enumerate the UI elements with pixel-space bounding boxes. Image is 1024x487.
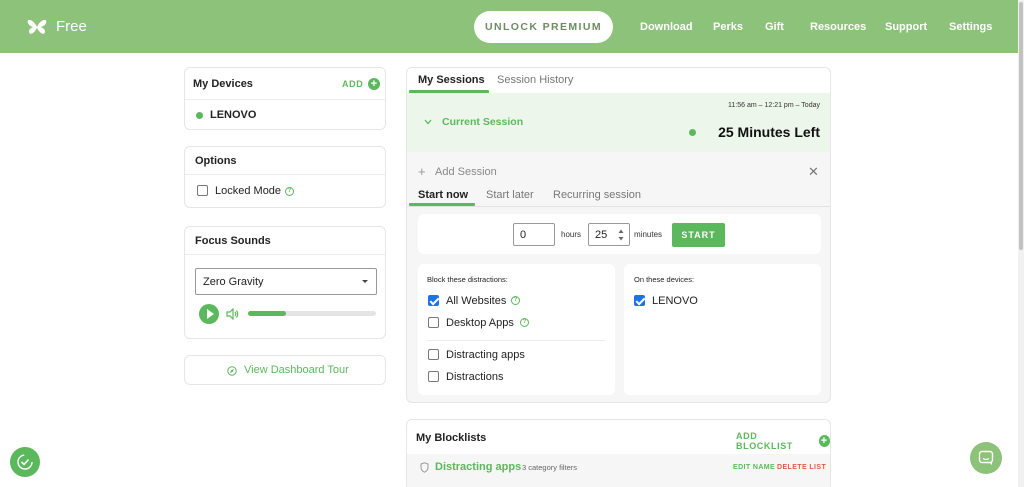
my-devices-title: My Devices xyxy=(193,78,253,90)
nav-perks[interactable]: Perks xyxy=(713,21,743,33)
plus-icon[interactable]: + xyxy=(418,164,426,179)
delete-list-button[interactable]: DELETE LIST xyxy=(777,464,826,471)
tab-start-later[interactable]: Start later xyxy=(486,189,534,201)
chat-support-button[interactable] xyxy=(970,442,1002,474)
distracting-apps-checkbox[interactable] xyxy=(428,349,439,360)
volume-slider[interactable] xyxy=(248,311,376,316)
distractions-checkbox[interactable] xyxy=(428,371,439,382)
locked-mode-info-icon[interactable]: ? xyxy=(285,187,294,196)
target-devices-title: On these devices: xyxy=(634,275,695,284)
distractions-label: Distractions xyxy=(446,371,504,383)
locked-mode-label: Locked Mode xyxy=(215,185,282,197)
blocklist-name[interactable]: Distracting apps xyxy=(435,461,521,473)
my-devices-card: My Devices ADD + LENOVO xyxy=(184,67,386,130)
tab-start-now[interactable]: Start now xyxy=(418,189,468,201)
divider xyxy=(407,206,830,207)
nav-gift[interactable]: Gift xyxy=(765,21,784,33)
session-active-indicator xyxy=(689,129,696,136)
plus-circle-icon: + xyxy=(368,78,381,90)
scrollbar-thumb[interactable] xyxy=(1019,2,1023,250)
minutes-value: 25 xyxy=(595,228,608,241)
add-blocklist-button[interactable]: ADD BLOCKLIST + xyxy=(736,431,830,451)
options-card: Options Locked Mode ? xyxy=(184,146,386,208)
minutes-input[interactable]: 25 xyxy=(588,223,630,246)
duration-row: 0 hours 25 minutes START xyxy=(418,214,821,254)
play-button[interactable] xyxy=(199,304,219,324)
focus-assistant-button[interactable] xyxy=(10,447,40,477)
close-icon[interactable]: ✕ xyxy=(808,164,819,180)
add-device-label: ADD xyxy=(342,79,364,89)
all-websites-label: All Websites xyxy=(446,295,507,307)
block-distractions-title: Block these distractions: xyxy=(427,275,508,284)
divider xyxy=(185,99,385,100)
page-scrollbar[interactable] xyxy=(1018,0,1024,487)
dashboard-tour-card[interactable]: View Dashboard Tour xyxy=(184,355,386,385)
view-dashboard-tour-link[interactable]: View Dashboard Tour xyxy=(244,364,349,376)
chevron-down-icon[interactable] xyxy=(424,119,432,125)
divider xyxy=(185,174,385,175)
dropdown-caret-icon xyxy=(362,280,368,283)
volume-slider-fill xyxy=(248,311,287,316)
top-header: Free UNLOCK PREMIUM Download Perks Gift … xyxy=(0,0,1018,53)
desktop-apps-label: Desktop Apps xyxy=(446,317,514,329)
minutes-label: minutes xyxy=(634,230,663,239)
locked-mode-checkbox[interactable] xyxy=(197,185,208,196)
target-devices-card: On these devices: LENOVO xyxy=(624,264,821,395)
blocklists-card: My Blocklists ADD BLOCKLIST + Distractin… xyxy=(406,419,831,487)
current-session-time-range: 11:56 am – 12:21 pm – Today xyxy=(728,102,820,109)
shield-icon xyxy=(420,462,429,473)
focus-sound-select[interactable]: Zero Gravity xyxy=(195,268,377,295)
plus-circle-icon: + xyxy=(818,435,830,447)
stepper-arrows-icon[interactable] xyxy=(618,228,624,242)
blocklist-meta: 3 category filters xyxy=(522,463,578,472)
tab-recurring-session[interactable]: Recurring session xyxy=(553,189,641,201)
divider xyxy=(427,340,606,341)
blocklists-title: My Blocklists xyxy=(416,432,487,444)
desktop-apps-info-icon[interactable]: ? xyxy=(520,318,529,327)
add-blocklist-label: ADD BLOCKLIST xyxy=(736,431,793,451)
clock-check-icon xyxy=(17,454,33,470)
start-session-button[interactable]: START xyxy=(672,223,725,247)
nav-download[interactable]: Download xyxy=(640,21,693,33)
add-session-label[interactable]: Add Session xyxy=(435,166,497,178)
top-nav: Download Perks Gift Resources Support Se… xyxy=(0,0,1018,53)
device-online-indicator xyxy=(196,112,203,119)
device-name: LENOVO xyxy=(210,109,257,121)
nav-settings[interactable]: Settings xyxy=(949,21,992,33)
focus-sounds-title: Focus Sounds xyxy=(195,235,271,247)
current-session-label[interactable]: Current Session xyxy=(442,116,523,128)
lenovo-device-label: LENOVO xyxy=(652,295,698,307)
lenovo-device-checkbox[interactable] xyxy=(634,295,645,306)
hours-input[interactable]: 0 xyxy=(513,223,555,246)
hours-label: hours xyxy=(561,230,582,239)
distracting-apps-label: Distracting apps xyxy=(446,349,525,361)
chat-icon xyxy=(978,450,994,465)
block-distractions-card: Block these distractions: All Websites ?… xyxy=(418,264,615,395)
edit-name-button[interactable]: EDIT NAME xyxy=(733,464,775,471)
all-websites-info-icon[interactable]: ? xyxy=(511,296,520,305)
compass-icon xyxy=(227,366,237,376)
focus-sound-selected: Zero Gravity xyxy=(203,275,264,288)
nav-resources[interactable]: Resources xyxy=(810,21,866,33)
divider xyxy=(185,254,385,255)
tab-session-history[interactable]: Session History xyxy=(497,74,573,86)
sessions-panel: My Sessions Session History Current Sess… xyxy=(406,67,831,403)
volume-icon[interactable] xyxy=(226,308,240,320)
focus-sounds-card: Focus Sounds Zero Gravity xyxy=(184,226,386,339)
all-websites-checkbox[interactable] xyxy=(428,295,439,306)
add-device-button[interactable]: ADD + xyxy=(342,78,381,90)
tab-my-sessions[interactable]: My Sessions xyxy=(418,74,485,86)
time-remaining: 25 Minutes Left xyxy=(718,124,820,140)
desktop-apps-checkbox[interactable] xyxy=(428,317,439,328)
nav-support[interactable]: Support xyxy=(885,21,927,33)
options-title: Options xyxy=(195,155,237,167)
